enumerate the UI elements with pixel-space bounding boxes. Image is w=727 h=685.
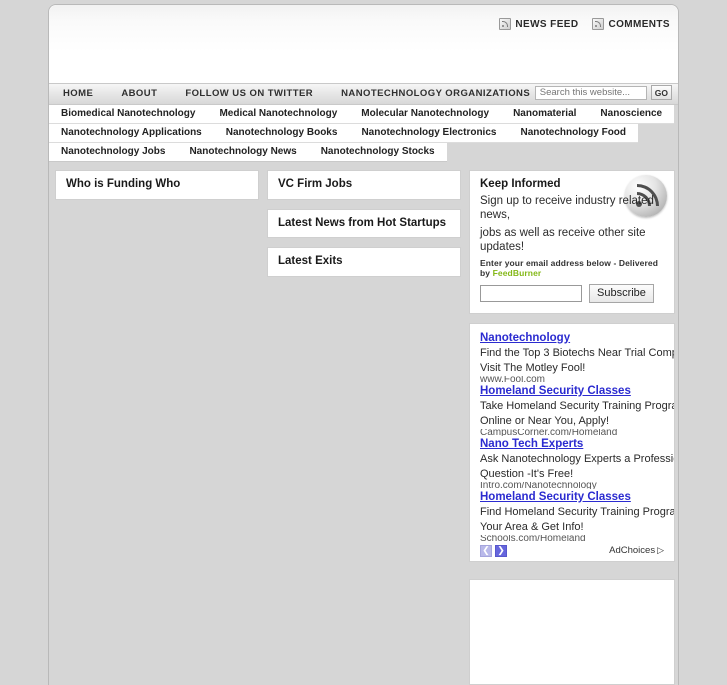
ad-title-link[interactable]: Nano Tech Experts [480,437,664,451]
category-link-nanotechnology-food[interactable]: Nanotechnology Food [508,124,638,142]
search-submit-button[interactable]: GO [650,85,672,100]
header-meta-links: NEWS FEED COMMENTS [499,18,670,30]
nav-item-about[interactable]: ABOUT [107,84,171,104]
keep-informed-line1: Sign up to receive industry related news… [480,194,654,221]
feedburner-brand: FeedBurner [492,267,542,278]
category-link-nanotechnology-electronics[interactable]: Nanotechnology Electronics [349,124,508,142]
search-input[interactable] [534,85,647,100]
category-link-nanomaterial[interactable]: Nanomaterial [501,105,588,123]
nav-item-organizations[interactable]: NANOTECHNOLOGY ORGANIZATIONS [327,84,544,104]
keep-informed-line2: jobs as well as receive other site updat… [480,226,646,253]
ad-next-arrow-icon[interactable]: ❯ [495,544,507,557]
ad-title-link[interactable]: Homeland Security Classes [480,490,664,504]
ad-description-line: Your Area & Get Info! [480,521,584,534]
ad-pagination: ❮ ❯ [480,544,507,557]
content-area: Who is Funding Who VC Firm Jobs Latest N… [49,162,678,685]
category-link-molecular-nanotechnology[interactable]: Molecular Nanotechnology [349,105,501,123]
category-link-nanotechnology-jobs[interactable]: Nanotechnology Jobs [49,143,177,161]
nav-item-twitter[interactable]: FOLLOW US ON TWITTER [171,84,327,104]
nav-link-organizations[interactable]: NANOTECHNOLOGY ORGANIZATIONS [327,84,544,104]
ad-url: CampusCorner.com/Homeland [480,428,618,436]
category-link-nanotechnology-news[interactable]: Nanotechnology News [177,143,308,161]
nav-item-home[interactable]: HOME [49,84,107,104]
category-navigation: Biomedical Nanotechnology Medical Nanote… [49,105,678,162]
ad-url: Schools.com/Homeland [480,534,586,542]
category-row: Biomedical Nanotechnology Medical Nanote… [49,105,675,124]
subscribe-button[interactable]: Subscribe [589,283,654,303]
widget-title: VC Firm Jobs [278,178,353,190]
category-link-nanotechnology-stocks[interactable]: Nanotechnology Stocks [309,143,447,161]
rss-icon [499,18,512,30]
widget-title: Latest Exits [278,255,343,268]
ad-description-line: Question -It's Free! [480,468,574,481]
category-link-nanotechnology-applications[interactable]: Nanotechnology Applications [49,124,214,142]
left-column: Who is Funding Who [55,170,259,209]
category-row: Nanotechnology Jobs Nanotechnology News … [49,143,447,162]
ad-item: Nano Tech Experts Ask Nanotechnology Exp… [470,437,674,489]
rss-icon [592,18,605,30]
widget-keep-informed: Keep Informed Sign up to receive industr… [469,170,675,314]
comments-feed-link[interactable]: COMMENTS [592,18,670,30]
advertisement-block: Nanotechnology Find the Top 3 Biotechs N… [469,322,675,562]
keep-informed-note: Enter your email address below - Deliver… [470,258,674,278]
adchoices-link[interactable]: AdChoices ▷ [609,545,664,556]
site-search: GO [534,85,672,100]
news-feed-label: NEWS FEED [515,18,579,30]
ad-title-link[interactable]: Homeland Security Classes [480,384,664,398]
ad-prev-arrow-icon[interactable]: ❮ [480,544,492,557]
adchoices-triangle-icon: ▷ [657,545,664,556]
widget-latest-news-hot-startups: Latest News from Hot Startups [267,208,461,239]
category-link-medical-nanotechnology[interactable]: Medical Nanotechnology [207,105,349,123]
ad-title-link[interactable]: Nanotechnology [480,331,664,345]
sidebar: Keep Informed Sign up to receive industr… [469,170,675,685]
ad-description-line: Take Homeland Security Training Programs [480,399,675,412]
category-link-nanotechnology-books[interactable]: Nanotechnology Books [214,124,350,142]
category-link-biomedical-nanotechnology[interactable]: Biomedical Nanotechnology [49,105,207,123]
news-feed-link[interactable]: NEWS FEED [499,18,578,30]
ad-description-line: Online or Near You, Apply! [480,415,610,428]
ad-url: Intro.com/Nanotechnology [480,481,597,489]
widget-vc-firm-jobs: VC Firm Jobs [267,170,461,200]
subscribe-form: Subscribe [470,283,674,303]
primary-navigation: HOME ABOUT FOLLOW US ON TWITTER NANOTECH… [49,83,678,105]
main-columns: Who is Funding Who VC Firm Jobs Latest N… [55,170,461,286]
ad-url: www.Fool.com [480,375,546,383]
ad-description-line: Visit The Motley Fool! [480,362,586,375]
widget-who-is-funding-who: Who is Funding Who [55,170,259,200]
email-field[interactable] [480,284,582,302]
ad-description-line: Find Homeland Security Training Programs… [480,505,675,518]
category-link-nanoscience[interactable]: Nanoscience [588,105,674,123]
ad-item: Nanotechnology Find the Top 3 Biotechs N… [470,331,674,383]
nav-link-home[interactable]: HOME [49,84,107,104]
ad-description-line: Ask Nanotechnology Experts a Professiona… [480,452,675,465]
ad-item: Homeland Security Classes Find Homeland … [470,490,674,542]
comments-feed-label: COMMENTS [608,18,670,30]
ad-item: Homeland Security Classes Take Homeland … [470,384,674,436]
middle-column: VC Firm Jobs Latest News from Hot Startu… [267,170,461,286]
category-row: Nanotechnology Applications Nanotechnolo… [49,124,639,143]
page-container: NEWS FEED COMMENTS HOME ABOUT FOLLOW US … [48,4,679,685]
adchoices-label: AdChoices [609,545,656,557]
ad-description-line: Find the Top 3 Biotechs Near Trial Compl… [480,346,674,359]
widget-title: Latest News from Hot Startups [278,216,447,229]
sidebar-lower-panel [469,578,675,685]
site-header: NEWS FEED COMMENTS [49,5,678,83]
nav-link-about[interactable]: ABOUT [107,84,171,104]
widget-title: Who is Funding Who [66,178,181,190]
nav-link-twitter[interactable]: FOLLOW US ON TWITTER [171,84,327,104]
widget-latest-exits: Latest Exits [267,247,461,277]
